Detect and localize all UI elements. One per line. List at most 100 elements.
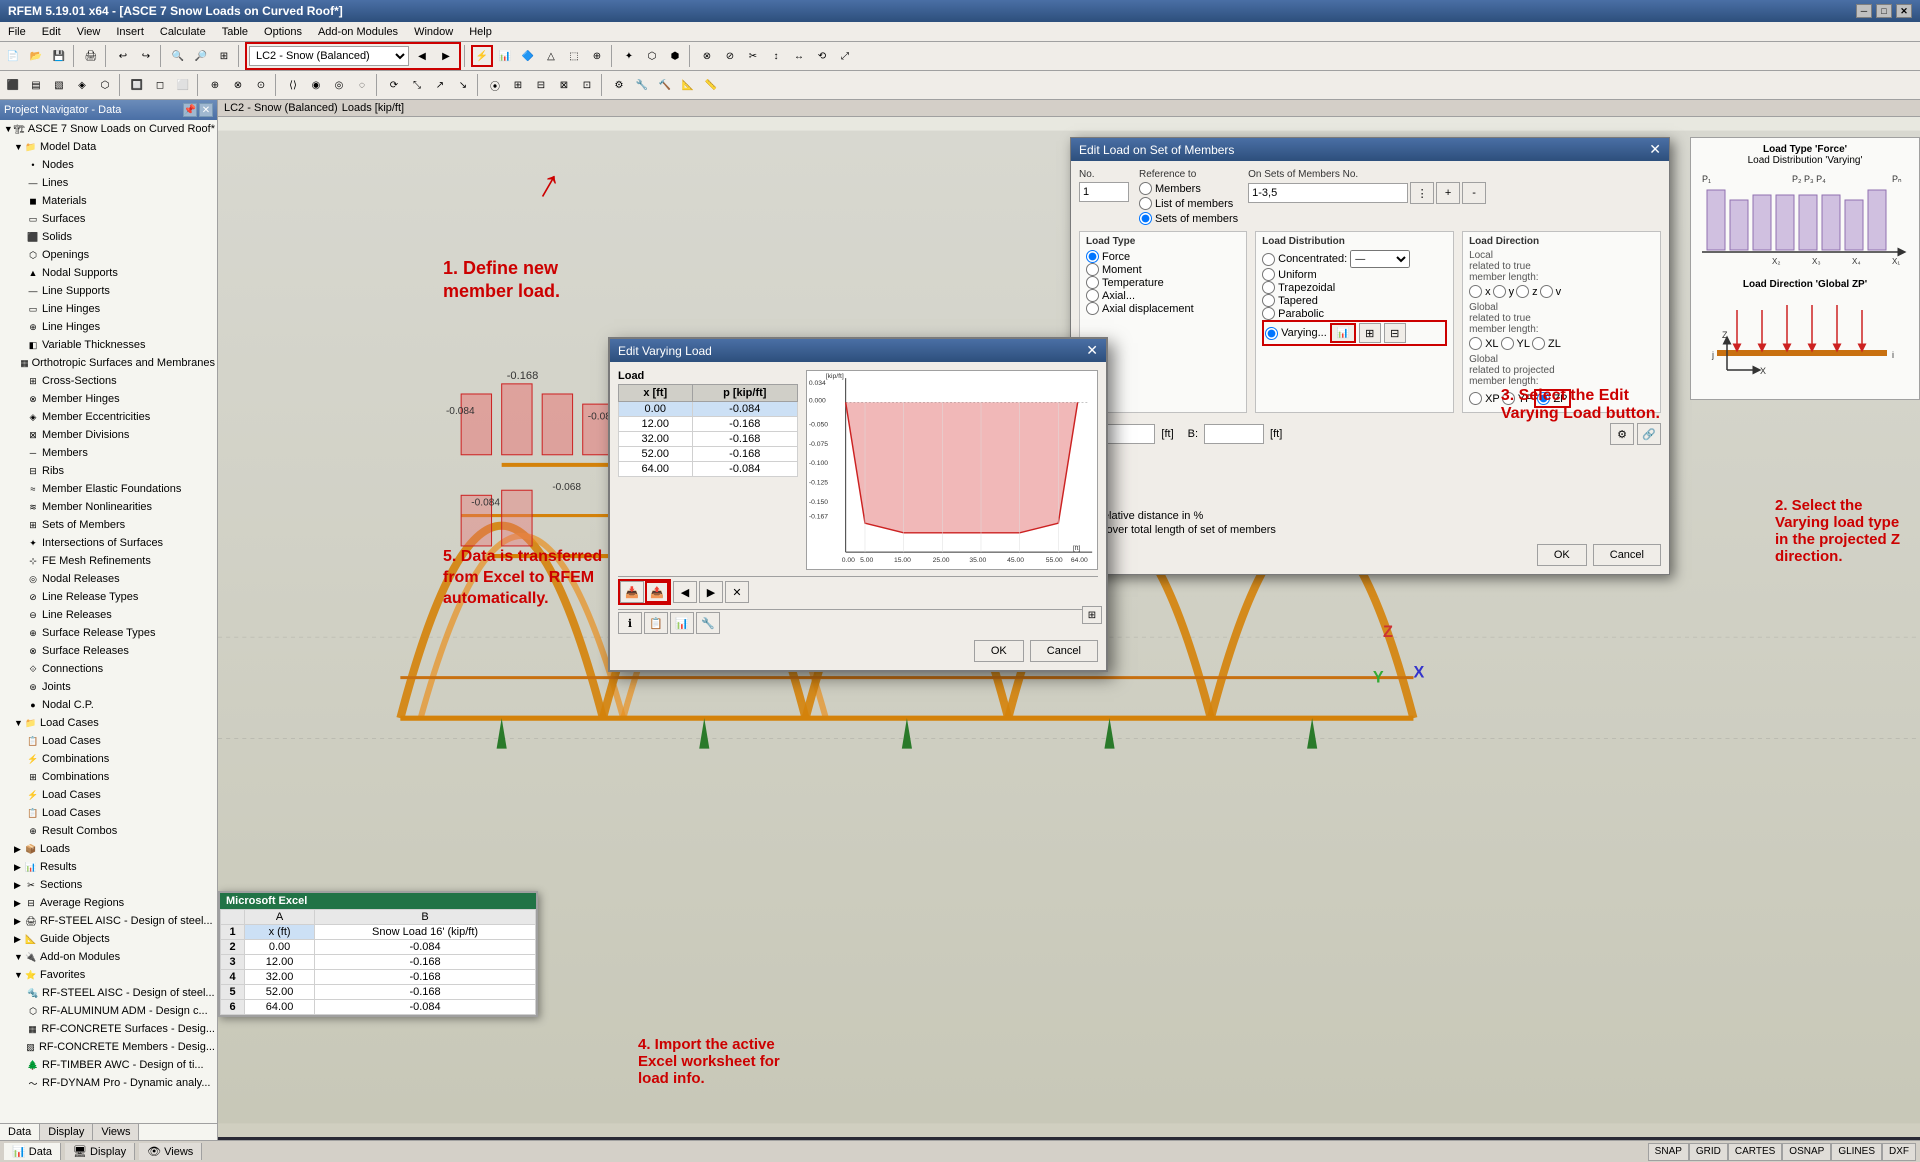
sets-select-btn[interactable]: ⋮ bbox=[1410, 182, 1434, 204]
excel-r5-a[interactable]: 52.00 bbox=[245, 985, 315, 1000]
varying-next-btn[interactable]: ▶ bbox=[699, 581, 723, 603]
tab-data[interactable]: Data bbox=[0, 1124, 40, 1140]
tree-nodal-releases[interactable]: ◎Nodal Releases bbox=[0, 570, 217, 588]
varying-prev-btn[interactable]: ◀ bbox=[673, 581, 697, 603]
menu-calculate[interactable]: Calculate bbox=[152, 22, 214, 41]
tree-var-thick[interactable]: ◧Variable Thicknesses bbox=[0, 336, 217, 354]
t2-btn-2[interactable]: ▤ bbox=[25, 74, 47, 96]
t2-btn-17[interactable]: ⤡ bbox=[406, 74, 428, 96]
lt-moment[interactable]: Moment bbox=[1086, 263, 1240, 276]
varying-row-3[interactable]: 32.00 -0.168 bbox=[619, 432, 798, 447]
settings-btn-1[interactable]: ⚙ bbox=[1610, 423, 1634, 445]
load-cases-arrow[interactable]: ▼ bbox=[14, 718, 24, 728]
t2-btn-23[interactable]: ⊠ bbox=[553, 74, 575, 96]
undo-button[interactable]: ↩ bbox=[112, 45, 134, 67]
tree-load-cases-section[interactable]: ▼ 📁 Load Cases bbox=[0, 714, 217, 732]
t2-btn-20[interactable]: ⦿ bbox=[484, 74, 506, 96]
toolbar-btn-20[interactable]: ⤢ bbox=[834, 45, 856, 67]
zoom-all-button[interactable]: ⊞ bbox=[213, 45, 235, 67]
varying-info-btn1[interactable]: ℹ bbox=[618, 612, 642, 634]
ld-tapered[interactable]: Tapered bbox=[1262, 294, 1447, 307]
t2-btn-8[interactable]: ⬜ bbox=[172, 74, 194, 96]
rel-dist-checkbox[interactable]: Relative distance in % bbox=[1079, 509, 1661, 522]
menu-table[interactable]: Table bbox=[214, 22, 256, 41]
ld-concentrated[interactable]: Concentrated: — bbox=[1262, 250, 1447, 268]
toolbar-btn-11[interactable]: ✦ bbox=[618, 45, 640, 67]
zoom-in-button[interactable]: 🔍 bbox=[167, 45, 189, 67]
status-data-tab[interactable]: 📊 Data bbox=[4, 1143, 61, 1160]
tree-results[interactable]: ▶📊Results bbox=[0, 858, 217, 876]
tree-member-elastic[interactable]: ≈Member Elastic Foundations bbox=[0, 480, 217, 498]
nav-pin-button[interactable]: 📌 bbox=[183, 103, 197, 117]
ld-trapezoidal[interactable]: Trapezoidal bbox=[1262, 281, 1447, 294]
excel-r1-b[interactable]: Snow Load 16' (kip/ft) bbox=[315, 925, 536, 940]
dialog-cancel-button[interactable]: Cancel bbox=[1593, 544, 1661, 566]
varying-import-btn2[interactable]: 📤 bbox=[645, 581, 669, 603]
toolbar-btn-8[interactable]: △ bbox=[540, 45, 562, 67]
ref-list[interactable]: List of members bbox=[1139, 197, 1238, 210]
dir-v[interactable]: v bbox=[1540, 285, 1562, 298]
menu-options[interactable]: Options bbox=[256, 22, 310, 41]
tree-surface-supports[interactable]: ▭Line Hinges bbox=[0, 300, 217, 318]
tree-result-combos[interactable]: ⊕Result Combos bbox=[0, 822, 217, 840]
tree-joints[interactable]: ⊛Joints bbox=[0, 678, 217, 696]
members-load-button[interactable]: ⚡ bbox=[471, 45, 493, 67]
excel-r2-a[interactable]: 0.00 bbox=[245, 940, 315, 955]
ld-btn2[interactable]: ⊞ bbox=[1359, 323, 1381, 343]
tree-rf-timber[interactable]: 🌲RF-TIMBER AWC - Design of ti... bbox=[0, 1056, 217, 1074]
ld-uniform[interactable]: Uniform bbox=[1262, 268, 1447, 281]
excel-r4-a[interactable]: 32.00 bbox=[245, 970, 315, 985]
ref-members[interactable]: Members bbox=[1139, 182, 1238, 195]
tree-printout-reports[interactable]: ▶🖨RF-STEEL AISC - Design of steel... bbox=[0, 912, 217, 930]
tree-lc2-sub[interactable]: 📋Load Cases bbox=[0, 804, 217, 822]
t2-btn-4[interactable]: ◈ bbox=[71, 74, 93, 96]
tree-nodal-cp[interactable]: ●Nodal C.P. bbox=[0, 696, 217, 714]
dialog-ok-button[interactable]: OK bbox=[1537, 544, 1587, 566]
varying-import-btn1[interactable]: 📥 bbox=[620, 581, 644, 603]
t2-btn-7[interactable]: ◻ bbox=[149, 74, 171, 96]
dxf-button[interactable]: DXF bbox=[1882, 1143, 1916, 1161]
varying-delete-btn[interactable]: ✕ bbox=[725, 581, 749, 603]
menu-addon[interactable]: Add-on Modules bbox=[310, 22, 406, 41]
t2-btn-1[interactable]: ⬛ bbox=[2, 74, 24, 96]
tree-connections[interactable]: ⟐Connections bbox=[0, 660, 217, 678]
lt-axial[interactable]: Axial... bbox=[1086, 289, 1240, 302]
chart-expand-btn[interactable]: ⊞ bbox=[1082, 606, 1102, 624]
ld-btn3[interactable]: ⊟ bbox=[1384, 323, 1406, 343]
tree-line-hinges[interactable]: ⊕Line Hinges bbox=[0, 318, 217, 336]
toolbar-btn-13[interactable]: ⬢ bbox=[664, 45, 686, 67]
excel-r1-a[interactable]: x (ft) bbox=[245, 925, 315, 940]
tree-model-data[interactable]: ▼ 📁 Model Data bbox=[0, 138, 217, 156]
lt-axial-disp[interactable]: Axial displacement bbox=[1086, 302, 1240, 315]
t2-btn-10[interactable]: ⊗ bbox=[227, 74, 249, 96]
tree-sections[interactable]: ▶✂Sections bbox=[0, 876, 217, 894]
varying-cancel-button[interactable]: Cancel bbox=[1030, 640, 1098, 662]
tree-addon-modules[interactable]: ▼🔌Add-on Modules bbox=[0, 948, 217, 966]
toolbar-btn-18[interactable]: ↔ bbox=[788, 45, 810, 67]
menu-edit[interactable]: Edit bbox=[34, 22, 69, 41]
excel-r6-a[interactable]: 64.00 bbox=[245, 1000, 315, 1015]
tree-sets-of-members[interactable]: ⊞Sets of Members bbox=[0, 516, 217, 534]
tree-materials[interactable]: ◼Materials bbox=[0, 192, 217, 210]
tree-root-arrow[interactable]: ▼ bbox=[4, 124, 13, 134]
osnap-button[interactable]: OSNAP bbox=[1782, 1143, 1831, 1161]
toolbar-btn-17[interactable]: ↕ bbox=[765, 45, 787, 67]
tree-member-nonlin[interactable]: ≋Member Nonlinearities bbox=[0, 498, 217, 516]
t2-btn-12[interactable]: ⟨⟩ bbox=[282, 74, 304, 96]
snap-button[interactable]: SNAP bbox=[1648, 1143, 1689, 1161]
menu-view[interactable]: View bbox=[69, 22, 109, 41]
dir-y[interactable]: y bbox=[1493, 285, 1515, 298]
t2-btn-16[interactable]: ⟳ bbox=[383, 74, 405, 96]
tree-member-eccentricities[interactable]: ◈Member Eccentricities bbox=[0, 408, 217, 426]
b-input[interactable] bbox=[1204, 424, 1264, 444]
tree-member-divisions[interactable]: ⊠Member Divisions bbox=[0, 426, 217, 444]
tree-lc[interactable]: 📋Load Cases bbox=[0, 732, 217, 750]
tree-openings[interactable]: ⬡Openings bbox=[0, 246, 217, 264]
grid-button[interactable]: GRID bbox=[1689, 1143, 1728, 1161]
varying-row-2[interactable]: 12.00 -0.168 bbox=[619, 417, 798, 432]
varying-ok-button[interactable]: OK bbox=[974, 640, 1024, 662]
tree-ribs[interactable]: ⊟Ribs bbox=[0, 462, 217, 480]
viewport-canvas[interactable]: -0.168 -0.168 -0.168 -0.168 -0.168 -0.08… bbox=[218, 117, 1920, 1137]
t2-btn-24[interactable]: ⊡ bbox=[576, 74, 598, 96]
sets-no-input[interactable] bbox=[1248, 183, 1408, 203]
